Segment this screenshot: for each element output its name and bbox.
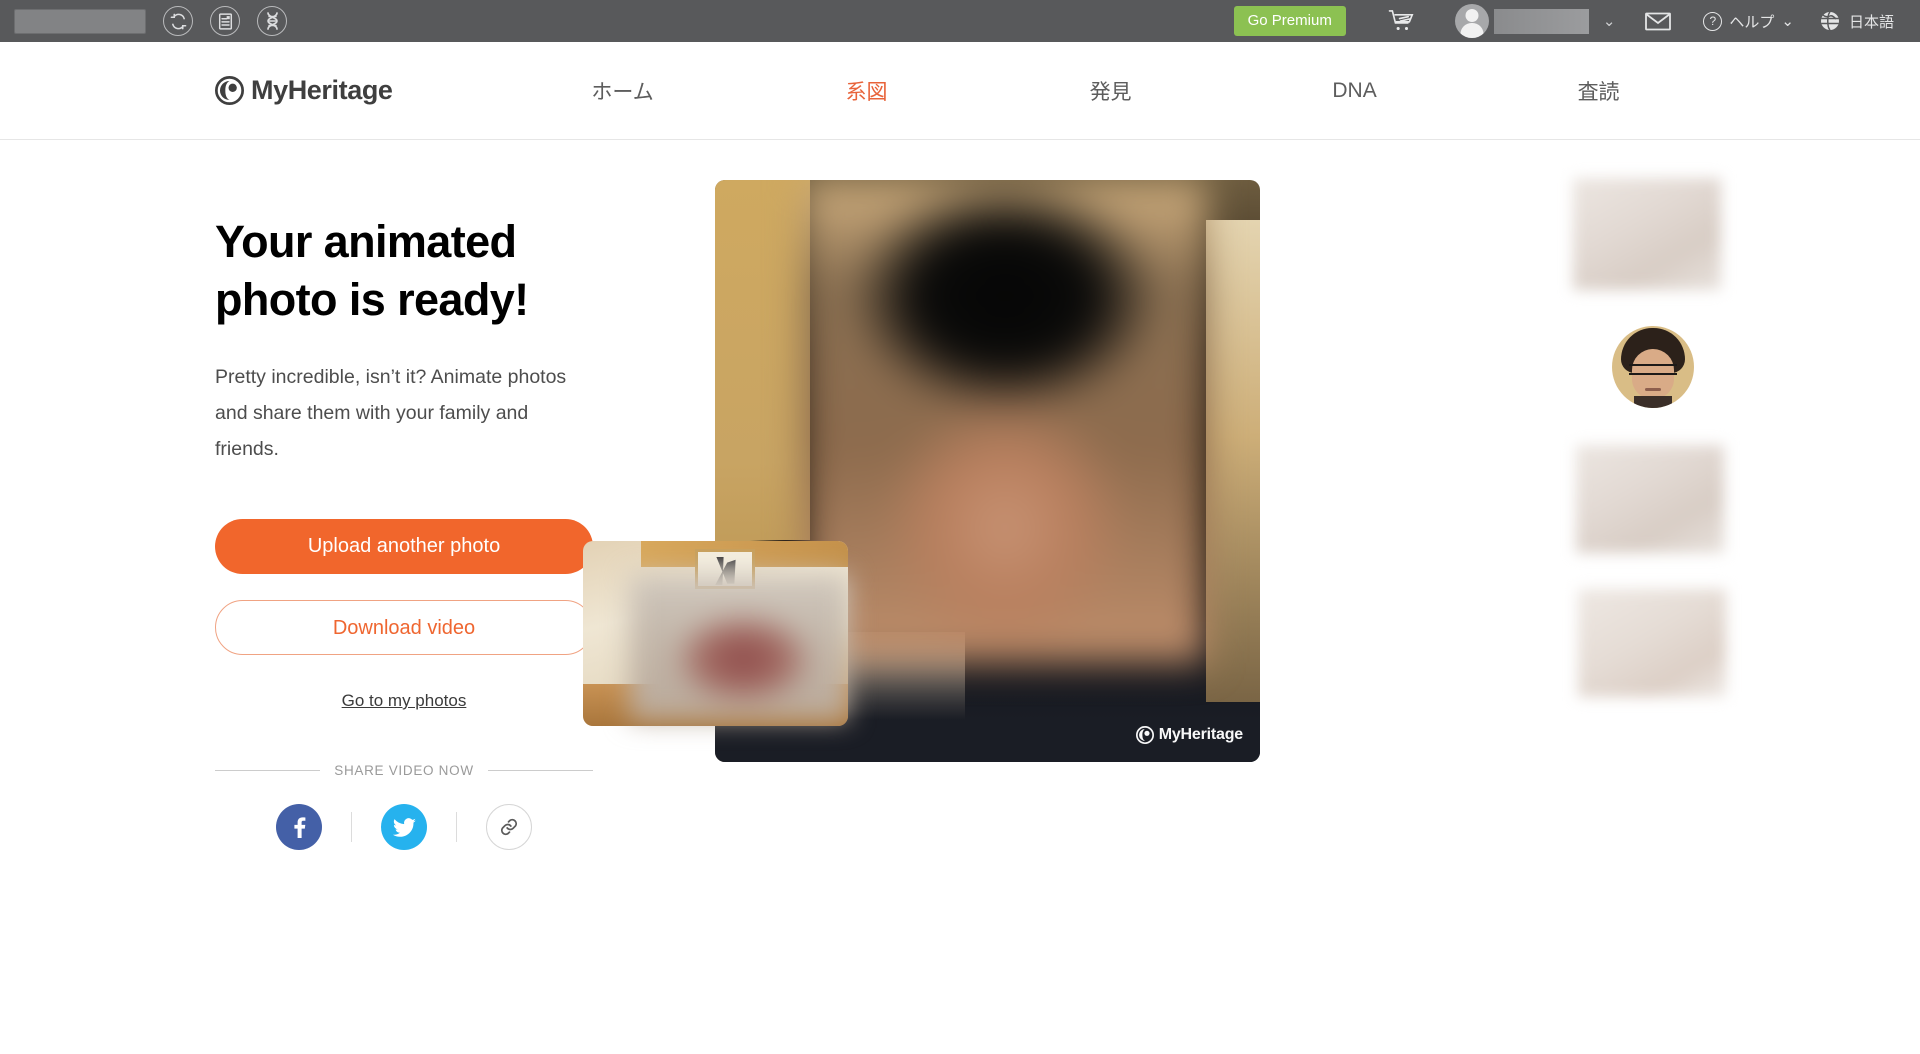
facebook-icon xyxy=(294,817,306,838)
video-watermark: MyHeritage xyxy=(1135,726,1243,744)
nav-item-dna[interactable]: DNA xyxy=(1233,79,1477,103)
download-video-button[interactable]: Download video xyxy=(215,600,593,655)
photo-thumbnail-3[interactable] xyxy=(1576,445,1724,553)
page-subtitle: Pretty incredible, isn’t it? Animate pho… xyxy=(215,366,567,460)
username-field[interactable] xyxy=(1493,8,1589,34)
nav-item-discoveries[interactable]: 発見 xyxy=(989,76,1233,106)
site-navigation: MyHeritage ホーム 系図 発見 DNA 査読 xyxy=(0,42,1920,140)
brand-name: MyHeritage xyxy=(251,75,393,105)
video-stage: MyHeritage xyxy=(583,140,1615,1054)
nav-item-home[interactable]: ホーム xyxy=(501,76,745,106)
language-label: 日本語 xyxy=(1848,13,1894,31)
dna-icon[interactable] xyxy=(257,6,287,36)
question-mark-icon: ? xyxy=(1703,11,1723,31)
video-right-edge xyxy=(1206,220,1260,702)
user-avatar-icon[interactable] xyxy=(1454,4,1489,38)
share-buttons xyxy=(215,804,593,850)
help-menu[interactable]: ? ヘルプ ⌄ xyxy=(1703,11,1794,32)
nav-item-family-tree[interactable]: 系図 xyxy=(745,76,989,106)
cart-icon[interactable] xyxy=(1388,9,1415,33)
page-title: Your animated photo is ready! xyxy=(215,216,529,325)
photo-thumbnail-4[interactable] xyxy=(1578,589,1726,697)
avatar-head xyxy=(1465,9,1479,22)
share-divider-1 xyxy=(351,812,352,842)
share-section-heading: SHARE VIDEO NOW xyxy=(215,763,594,778)
chevron-down-icon: ⌄ xyxy=(1781,13,1794,30)
myheritage-logo-icon xyxy=(215,76,244,105)
help-label: ヘルプ xyxy=(1729,13,1775,31)
chevron-down-icon[interactable]: ⌄ xyxy=(1603,12,1616,30)
twitter-icon xyxy=(392,817,416,837)
avatar-body xyxy=(1460,23,1484,38)
twitter-share-button[interactable] xyxy=(381,804,427,850)
photo-thumbnail-2[interactable] xyxy=(1612,326,1694,408)
link-icon xyxy=(501,818,517,836)
collage-blurred-photo xyxy=(630,575,848,720)
records-icon[interactable] xyxy=(210,6,240,36)
share-heading-label: SHARE VIDEO NOW xyxy=(334,763,474,778)
page-content: Your animated photo is ready! Pretty inc… xyxy=(0,140,1920,1054)
divider-left xyxy=(215,770,321,771)
info-panel: Your animated photo is ready! Pretty inc… xyxy=(215,213,595,850)
brand-logo[interactable]: MyHeritage xyxy=(215,75,393,106)
nav-item-review[interactable]: 査読 xyxy=(1477,76,1721,106)
watermark-label: MyHeritage xyxy=(1158,726,1243,743)
photo-thumbnail-rail xyxy=(1573,178,1733,733)
go-to-my-photos-link[interactable]: Go to my photos xyxy=(215,691,593,711)
facebook-share-button[interactable] xyxy=(276,804,322,850)
thumb-mouth xyxy=(1645,388,1661,391)
nav-items: ホーム 系図 発見 DNA 査読 xyxy=(501,76,1721,106)
upload-another-photo-button[interactable]: Upload another photo xyxy=(215,519,593,574)
share-divider-2 xyxy=(456,812,457,842)
mail-icon[interactable] xyxy=(1645,12,1672,31)
globe-icon xyxy=(1820,11,1839,31)
myheritage-logo-icon xyxy=(1135,726,1154,744)
go-premium-button[interactable]: Go Premium xyxy=(1233,6,1346,36)
thumb-glasses xyxy=(1629,364,1677,375)
top-toolbar: Go Premium ⌄ ? ヘルプ ⌄ 日本語 xyxy=(0,0,1920,42)
thumb-neck xyxy=(1634,396,1672,408)
photo-thumbnail-1[interactable] xyxy=(1573,178,1721,290)
sync-icon[interactable] xyxy=(163,6,193,36)
toolbar-search-input[interactable] xyxy=(14,8,146,34)
divider-right xyxy=(487,770,594,771)
copy-link-button[interactable] xyxy=(486,804,532,850)
blurred-face-overlay xyxy=(804,180,1206,663)
language-selector[interactable]: 日本語 xyxy=(1820,11,1894,32)
